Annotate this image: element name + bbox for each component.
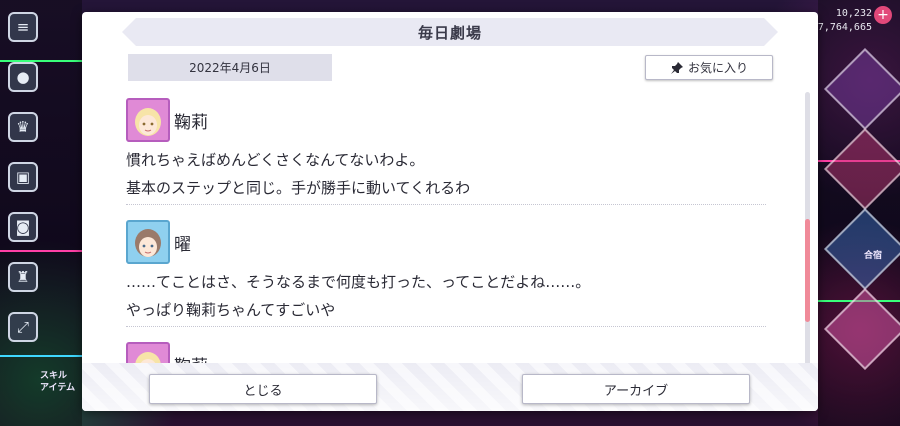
dialog-entry: 曜 ……てことはさ、そうなるまで何度も打った、ってことだよね……。 やっぱり鞠莉… <box>126 220 771 327</box>
menu-icon[interactable]: ≡ <box>8 12 38 42</box>
chat-icon[interactable]: ● <box>8 62 38 92</box>
add-icon[interactable]: + <box>874 6 892 24</box>
scrollbar[interactable] <box>805 92 810 368</box>
speaker-name: 鞠莉 <box>174 112 208 133</box>
trophy-icon[interactable]: ♛ <box>8 112 38 142</box>
divider <box>126 204 766 205</box>
character-face-icon <box>135 229 161 257</box>
avatar <box>126 98 170 142</box>
pin-icon <box>670 61 683 74</box>
speaker-name: 曜 <box>174 234 191 255</box>
gift-icon[interactable]: ▣ <box>8 162 38 192</box>
cup-icon[interactable]: ♜ <box>8 262 38 292</box>
character-face-icon <box>135 108 161 136</box>
favorite-label: お気に入り <box>687 61 748 75</box>
bg-label-item: アイテム <box>40 383 76 393</box>
dialog-line: 基本のステップと同じ。手が勝手に動いてくれるわ <box>126 179 471 197</box>
modal-title: 毎日劇場 <box>417 23 482 42</box>
neon-line <box>0 355 82 357</box>
modal-header: 毎日劇場 <box>122 18 778 46</box>
speaker-row: 鞠莉 <box>126 98 771 142</box>
archive-button[interactable]: アーカイブ <box>522 374 750 404</box>
avatar <box>126 220 170 264</box>
scrollbar-thumb[interactable] <box>805 219 810 322</box>
dialog-entry: 鞠莉 慣れちゃえばめんどくさくなんてないわよ。 基本のステップと同じ。手が勝手に… <box>126 98 771 205</box>
expand-icon[interactable]: ⤢ <box>8 312 38 342</box>
date-label: 2022年4月6日 <box>128 54 332 81</box>
menu-tile[interactable] <box>823 127 900 211</box>
neon-line <box>0 250 82 252</box>
daily-theater-modal: 毎日劇場 2022年4月6日 お気に入り 鞠莉 慣れちゃえばめんどくさくなんてな… <box>82 12 818 411</box>
menu-tile[interactable] <box>823 47 900 131</box>
dialog-line: 慣れちゃえばめんどくさくなんてないわよ。 <box>126 151 425 169</box>
bg-label-camp: 合宿 <box>864 251 883 261</box>
dialog-line: ……てことはさ、そうなるまで何度も打った、ってことだよね……。 <box>126 273 591 291</box>
close-button[interactable]: とじる <box>149 374 377 404</box>
hud-value-top: 10,232 <box>835 8 872 19</box>
dialog-list[interactable]: 鞠莉 慣れちゃえばめんどくさくなんてないわよ。 基本のステップと同じ。手が勝手に… <box>126 96 776 366</box>
speaker-row: 曜 <box>126 220 771 264</box>
favorite-button[interactable]: お気に入り <box>645 55 773 80</box>
hud-value-bottom: 7,764,665 <box>817 22 872 33</box>
dialog-line: やっぱり鞠莉ちゃんてすごいや <box>126 301 336 319</box>
menu-tile[interactable] <box>823 207 900 291</box>
camera-icon[interactable]: ◙ <box>8 212 38 242</box>
divider <box>126 326 766 327</box>
